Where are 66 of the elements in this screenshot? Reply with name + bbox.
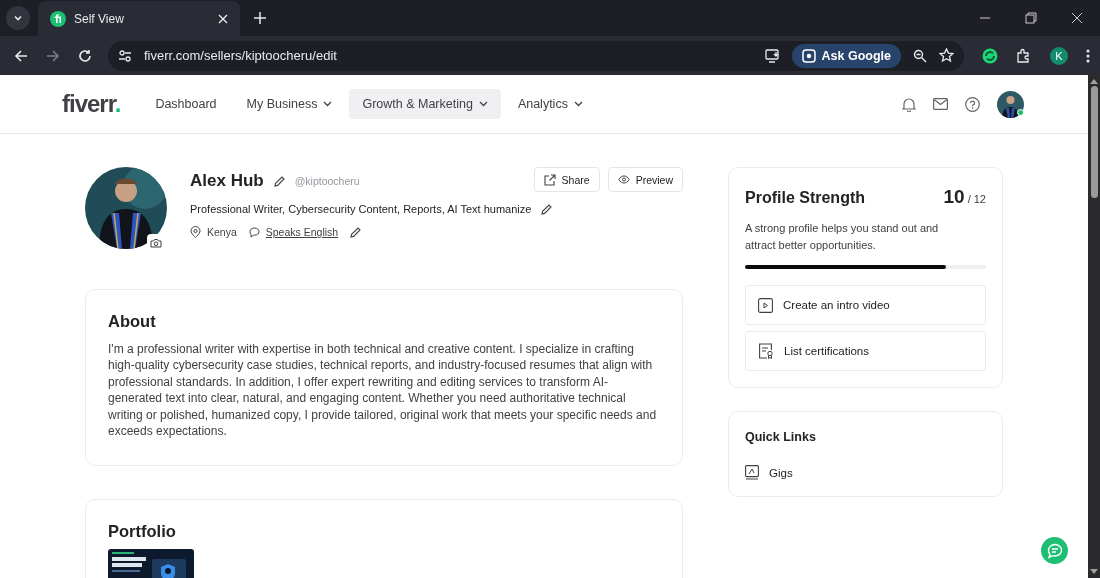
fiverr-logo[interactable]: fiverr. — [62, 90, 121, 118]
scroll-up-icon[interactable] — [1090, 78, 1098, 84]
edit-pencil-icon[interactable] — [541, 203, 553, 215]
edit-pencil-icon[interactable] — [273, 175, 285, 187]
chevron-down-icon — [13, 13, 23, 23]
preview-button[interactable]: Preview — [607, 167, 683, 192]
address-bar[interactable]: fiverr.com/sellers/kiptoocheru/edit Ask Google — [108, 40, 964, 71]
nav-menu-item[interactable]: My Business — [233, 89, 346, 119]
scroll-down-icon[interactable] — [1090, 569, 1098, 575]
quick-link[interactable]: Gigs — [745, 465, 986, 480]
back-icon[interactable] — [14, 48, 28, 63]
share-button[interactable]: Share — [533, 167, 600, 192]
profile-tagline: Professional Writer, Cybersecurity Content, Reports, AI Text humanize — [190, 203, 532, 215]
video-play-icon — [758, 297, 773, 313]
gigs-icon — [745, 465, 759, 480]
profile-task-button[interactable]: Create an intro video — [745, 285, 986, 325]
chat-bubble-icon — [1046, 542, 1063, 559]
about-text: I'm a professional writer with expertise in both technical and creative content. I specialize in crafting high-quality cybersecurity case studies, technical reports, and industry-focused resumes that align with professional standards. In addition, I offer expert rewriting and editing services to transform AI-generated text into clear, natural, and engaging content. Whether you need authoritative technical writing or polished, humanized copy, I provide tailored, original work that meets your specific needs and exceeds expectations. — [108, 341, 658, 440]
camera-icon[interactable] — [147, 234, 165, 251]
fiverr-favicon-icon — [50, 11, 66, 27]
edit-pencil-icon[interactable] — [350, 226, 362, 238]
forward-icon[interactable] — [46, 48, 60, 63]
browser-tab[interactable]: Self View — [38, 1, 240, 37]
languages-link[interactable]: Speaks English — [265, 226, 339, 238]
certificate-icon — [758, 343, 774, 359]
scrollbar[interactable] — [1088, 75, 1100, 578]
help-icon[interactable] — [965, 96, 980, 112]
country-label: Kenya — [207, 226, 237, 238]
site-settings-icon[interactable] — [118, 48, 132, 63]
nav-menu-item[interactable]: Dashboard — [142, 89, 230, 119]
eye-icon — [617, 175, 630, 184]
extension-icon[interactable] — [982, 47, 998, 64]
section-heading: Portfolio — [108, 522, 177, 541]
profile-avatar-button[interactable]: K — [1050, 46, 1068, 65]
username: @kiptoocheru — [294, 175, 360, 187]
close-tab-icon[interactable] — [218, 14, 228, 24]
new-tab-icon[interactable] — [254, 12, 266, 24]
section-heading: About — [108, 312, 157, 331]
kebab-menu-icon[interactable] — [1086, 48, 1090, 63]
tab-search-button[interactable] — [6, 6, 30, 30]
tab-title: Self View — [74, 12, 125, 26]
strength-score: 10 — [943, 186, 965, 207]
zoom-icon[interactable] — [913, 48, 927, 63]
scrollbar-thumb[interactable] — [1090, 86, 1098, 198]
strength-total: / 12 — [967, 193, 986, 205]
puzzle-icon[interactable] — [1016, 47, 1032, 64]
share-icon — [543, 173, 556, 186]
card-title: Profile Strength — [745, 189, 865, 207]
nav-menu-item[interactable]: Analytics — [504, 89, 596, 119]
reload-icon[interactable] — [78, 48, 92, 63]
profile-task-button[interactable]: List certifications — [745, 331, 986, 371]
profile-name: Alex Hub — [190, 171, 264, 191]
close-window-icon[interactable] — [1071, 12, 1083, 24]
restore-icon[interactable] — [1025, 12, 1037, 24]
install-app-icon[interactable] — [764, 48, 780, 63]
location-pin-icon — [190, 226, 201, 238]
url-text: fiverr.com/sellers/kiptoocheru/edit — [144, 48, 337, 63]
card-title: Quick Links — [745, 430, 817, 444]
lens-icon — [801, 48, 816, 63]
speech-bubble-icon — [248, 226, 260, 238]
mail-icon[interactable] — [933, 98, 948, 110]
notification-bell-icon[interactable] — [902, 96, 916, 112]
nav-menu-item[interactable]: Growth & Marketing — [349, 89, 501, 119]
strength-description: A strong profile helps you stand out and attract better opportunities. — [745, 221, 940, 253]
bookmark-star-icon[interactable] — [939, 48, 954, 63]
ask-google-button[interactable]: Ask Google — [791, 43, 901, 68]
